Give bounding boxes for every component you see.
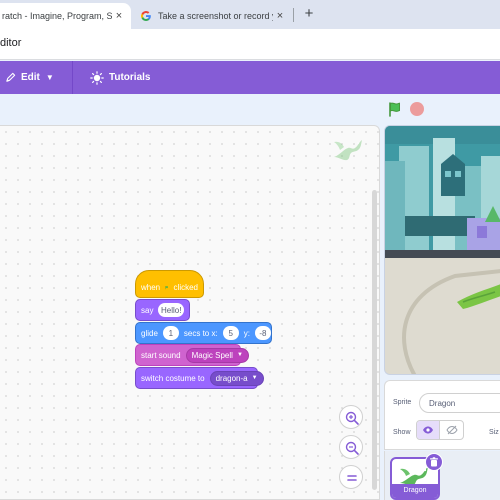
when-flag-clicked-block[interactable]: when clicked bbox=[135, 270, 204, 298]
edit-menu[interactable]: Edit ▼ bbox=[0, 61, 62, 94]
eye-off-icon bbox=[445, 425, 458, 435]
city-backdrop bbox=[385, 126, 500, 374]
start-sound-block[interactable]: start sound Magic Spell ▼ bbox=[135, 344, 249, 366]
address-text: ditor bbox=[0, 37, 22, 49]
sound-dropdown[interactable]: Magic Spell ▼ bbox=[185, 347, 249, 363]
new-tab-button[interactable]: + bbox=[300, 5, 318, 23]
tab-scratch[interactable]: ratch - Imagine, Program, Sh × bbox=[0, 3, 131, 29]
glide-y-input[interactable]: -8 bbox=[254, 326, 271, 340]
tab-google[interactable]: Take a screenshot or record yo × bbox=[131, 3, 291, 29]
eye-icon bbox=[423, 426, 433, 434]
google-icon bbox=[140, 11, 151, 22]
say-block-label: say bbox=[141, 305, 154, 315]
stage[interactable] bbox=[384, 125, 500, 375]
sprite-name-input[interactable]: Dragon bbox=[419, 393, 500, 413]
glide-x-input[interactable]: 5 bbox=[222, 326, 239, 340]
glide-y-label: y: bbox=[243, 328, 250, 338]
zoom-in-icon bbox=[345, 411, 359, 425]
tutorials-menu[interactable]: Tutorials bbox=[90, 61, 150, 94]
glide-secs-label: secs to x: bbox=[183, 328, 218, 338]
scratch-menu-bar: Edit ▼ Tutorials bbox=[0, 61, 500, 94]
say-block[interactable]: say Hello! bbox=[135, 299, 190, 321]
stop-icon[interactable] bbox=[410, 102, 424, 116]
dropdown-arrow-icon: ▼ bbox=[236, 352, 243, 358]
hat-block-prefix: when bbox=[141, 282, 161, 292]
zoom-reset-button[interactable] bbox=[339, 465, 363, 489]
trash-icon bbox=[430, 457, 438, 467]
green-flag-icon bbox=[165, 285, 168, 289]
say-message-input[interactable]: Hello! bbox=[158, 303, 184, 317]
tab-close-icon[interactable]: × bbox=[273, 10, 287, 22]
start-sound-label: start sound bbox=[141, 350, 181, 360]
address-bar[interactable]: ditor bbox=[0, 29, 500, 60]
glide-secs-input[interactable]: 1 bbox=[162, 326, 179, 340]
sprite-tile-name: Dragon bbox=[392, 484, 438, 498]
costume-dropdown-value: dragon-a bbox=[215, 373, 248, 383]
sprite-name-label: Sprite bbox=[393, 399, 412, 406]
tab-label: Take a screenshot or record yo bbox=[158, 11, 273, 21]
zoom-out-button[interactable] bbox=[339, 435, 363, 459]
show-label: Show bbox=[393, 429, 411, 436]
switch-costume-label: switch costume to bbox=[141, 373, 205, 383]
code-area[interactable] bbox=[0, 125, 380, 500]
tutorials-menu-label: Tutorials bbox=[109, 72, 151, 83]
code-area-scrollbar[interactable] bbox=[372, 190, 377, 490]
menu-divider bbox=[72, 61, 73, 94]
tab-label: ratch - Imagine, Program, Sh bbox=[2, 11, 112, 21]
visibility-toggle bbox=[416, 420, 464, 440]
tab-close-icon[interactable]: × bbox=[112, 10, 126, 22]
green-flag-icon[interactable] bbox=[387, 101, 403, 117]
zoom-in-button[interactable] bbox=[339, 405, 363, 429]
costume-dropdown[interactable]: dragon-a ▼ bbox=[209, 370, 264, 386]
hat-block-suffix: clicked bbox=[173, 282, 198, 292]
tab-separator bbox=[293, 8, 294, 22]
glide-block[interactable]: glide 1 secs to x: 5 y: -8 bbox=[135, 322, 272, 344]
chevron-down-icon: ▼ bbox=[45, 73, 54, 82]
pencil-icon bbox=[6, 72, 16, 82]
hide-sprite-button[interactable] bbox=[440, 421, 463, 439]
delete-sprite-button[interactable] bbox=[425, 453, 443, 471]
zoom-out-icon bbox=[345, 441, 359, 455]
show-sprite-button[interactable] bbox=[417, 421, 441, 439]
edit-menu-label: Edit bbox=[21, 72, 40, 83]
glide-block-label: glide bbox=[141, 328, 158, 338]
browser-tab-strip: ratch - Imagine, Program, Sh × Take a sc… bbox=[0, 0, 500, 29]
size-label: Siz bbox=[489, 429, 499, 436]
dropdown-arrow-icon: ▼ bbox=[251, 375, 258, 381]
equals-icon bbox=[347, 475, 357, 481]
dragon-sprite-watermark-icon bbox=[334, 140, 362, 161]
switch-costume-block[interactable]: switch costume to dragon-a ▼ bbox=[135, 367, 264, 389]
lightbulb-icon bbox=[90, 70, 104, 85]
sound-dropdown-value: Magic Spell bbox=[191, 350, 233, 360]
